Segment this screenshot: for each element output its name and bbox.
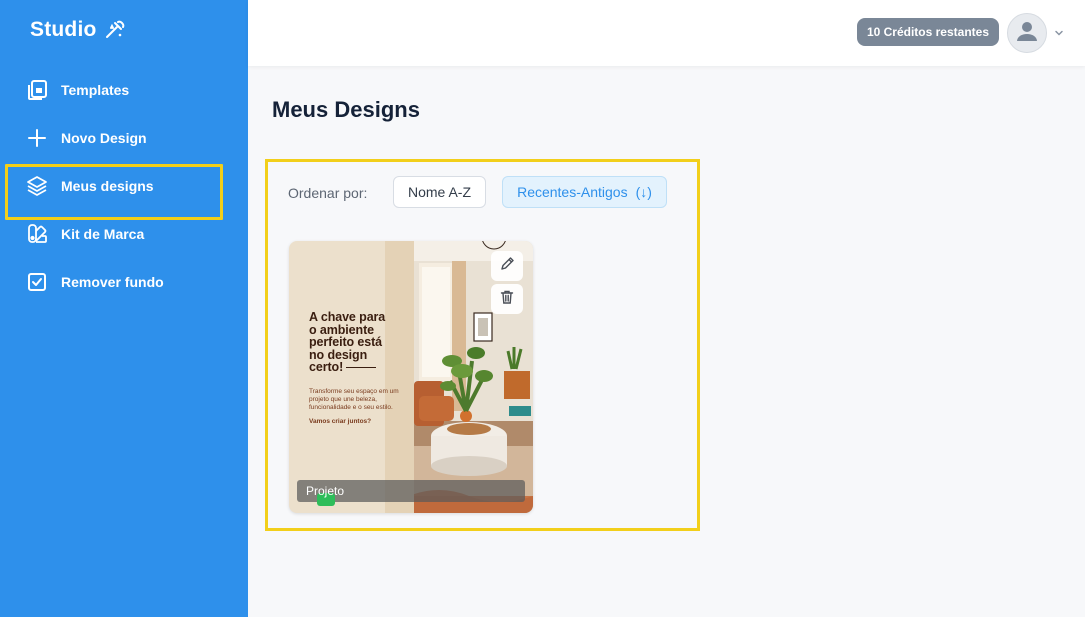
design-headline: A chave para o ambiente perfeito está no… [309,311,407,374]
plus-icon [26,127,48,149]
sidebar-item-label: Meus designs [61,178,154,194]
brand-name: Studio [30,18,97,41]
credits-badge[interactable]: 10 Créditos restantes [856,18,999,46]
sidebar-item-novo-design[interactable]: Novo Design [0,114,248,162]
layers-icon [26,175,48,197]
sort-recent-label: Recentes-Antigos [517,184,628,200]
pencil-icon [499,256,515,277]
design-headline-line: certo! [309,360,344,374]
sidebar-item-label: Novo Design [61,130,147,146]
chevron-down-icon[interactable] [1053,26,1065,38]
sidebar-item-remover-fundo[interactable]: Remover fundo [0,258,248,306]
edit-design-button[interactable] [491,251,523,281]
sidebar: Studio Templates Novo Design Meus design… [0,0,248,617]
page-title: Meus Designs [272,97,420,122]
headline-rule [346,367,377,369]
sidebar-item-templates[interactable]: Templates [0,66,248,114]
sidebar-item-meus-designs[interactable]: Meus designs [0,162,248,220]
design-name: Projeto [306,484,345,498]
designs-panel: Ordenar por: Nome A-Z Recentes-Antigos (… [265,159,700,531]
design-name-bar: Projeto [297,480,525,506]
sort-recent-button[interactable]: Recentes-Antigos (↓) [502,176,667,208]
sidebar-item-kit-de-marca[interactable]: Kit de Marca [0,210,248,258]
sort-name-button[interactable]: Nome A-Z [393,176,486,208]
wand-icon [103,19,125,41]
templates-icon [26,79,48,101]
design-thumbnail-text: A chave para o ambiente perfeito está no… [309,311,407,425]
sort-label: Ordenar por: [288,185,368,201]
delete-design-button[interactable] [491,284,523,314]
sidebar-item-label: Remover fundo [61,274,164,290]
user-avatar[interactable] [1007,13,1047,53]
brand-kit-icon [26,223,48,245]
user-icon [1015,19,1039,48]
design-thumbnail-photo [409,241,533,513]
sidebar-item-label: Kit de Marca [61,226,145,242]
trash-icon [499,289,515,310]
checkbox-icon [26,271,48,293]
top-header: 10 Créditos restantes [248,0,1085,66]
sidebar-nav: Templates Novo Design Meus designs Kit d… [0,66,248,306]
design-body-text: Transforme seu espaço em um projeto que … [309,387,399,411]
design-cta-text: Vamos criar juntos? [309,417,372,425]
design-headline-line: perfeito está [309,335,383,349]
sort-direction-icon: (↓) [635,184,652,200]
design-card[interactable]: A chave para o ambiente perfeito está no… [289,241,533,513]
sidebar-item-label: Templates [61,82,130,98]
design-headline-line: A chave para [309,310,386,324]
brand-logo[interactable]: Studio [30,18,125,42]
